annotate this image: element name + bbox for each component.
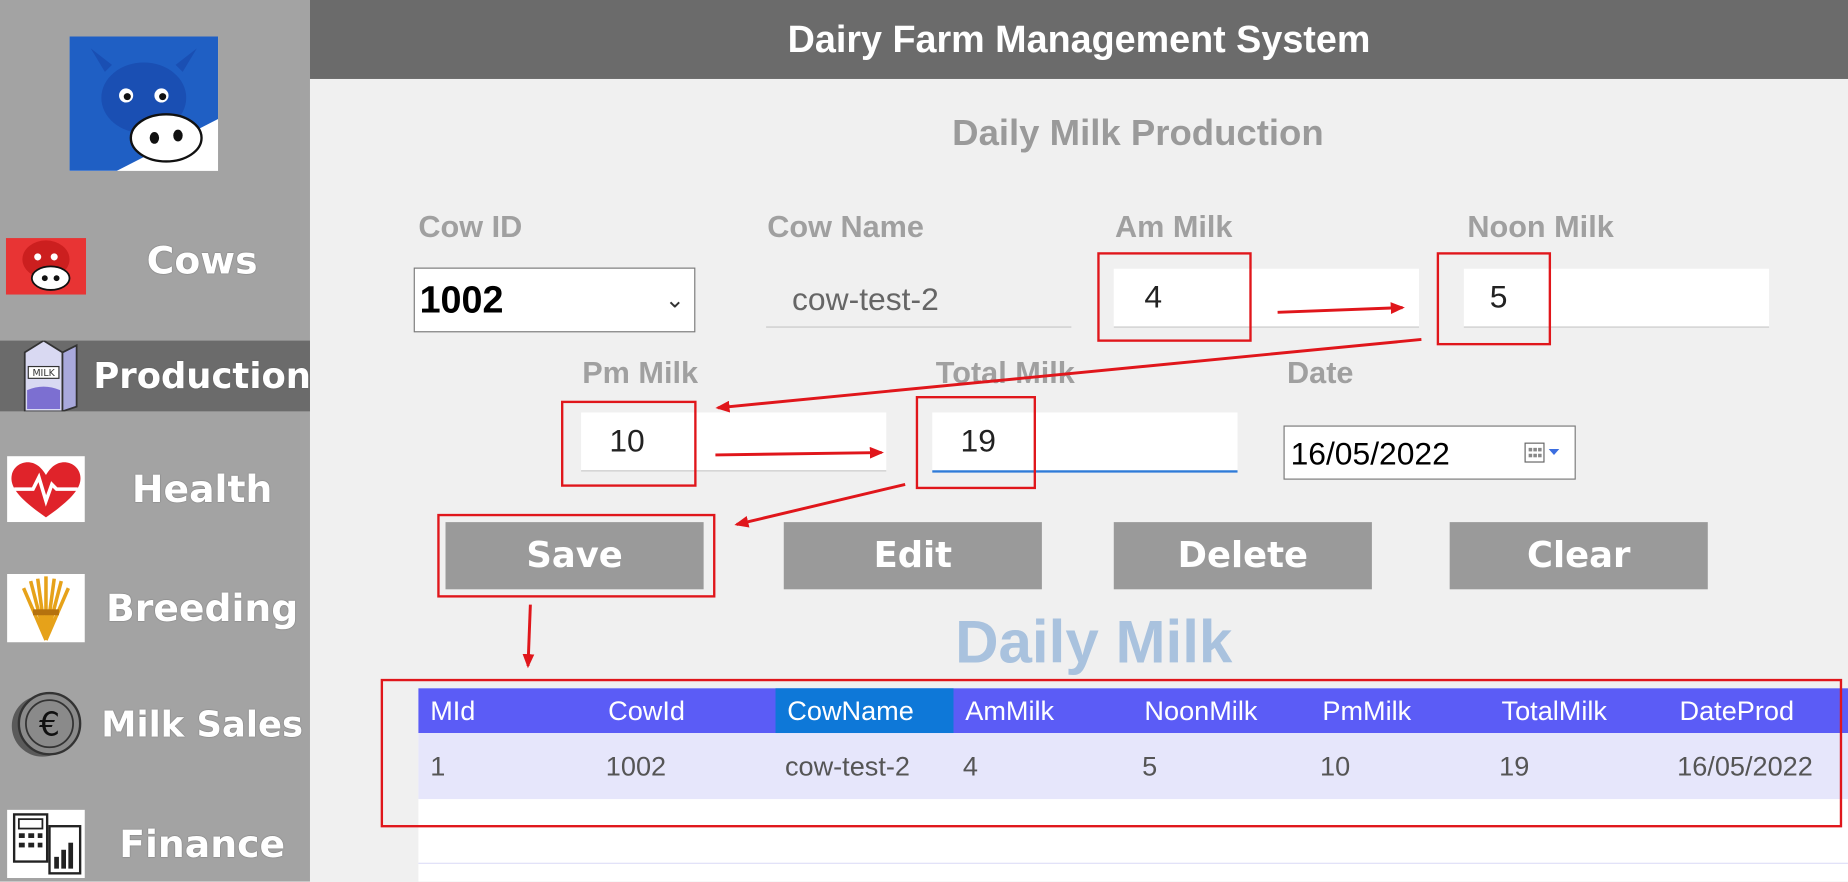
am-milk-field[interactable] xyxy=(1113,268,1420,328)
cow-icon xyxy=(5,225,87,296)
grid-header: MId CowId CowName AmMilk NoonMilk PmMilk… xyxy=(418,688,1848,734)
pm-milk-field[interactable] xyxy=(581,412,887,472)
calculator-chart-icon xyxy=(6,809,86,880)
column-header-noonmilk[interactable]: NoonMilk xyxy=(1133,688,1311,733)
table-cell: 10 xyxy=(1320,750,1351,781)
noon-milk-field[interactable] xyxy=(1463,268,1770,328)
heart-pulse-icon xyxy=(6,454,86,525)
sidebar-item-label: Production xyxy=(93,355,311,397)
table-cell: 4 xyxy=(962,750,978,781)
date-picker[interactable]: 16/05/2022 xyxy=(1283,425,1576,480)
cow-id-label: Cow ID xyxy=(418,208,523,244)
column-header-mid[interactable]: MId xyxy=(418,688,596,733)
table-cell: 1002 xyxy=(605,750,667,781)
column-header-cowid[interactable]: CowId xyxy=(596,688,775,733)
date-value: 16/05/2022 xyxy=(1290,436,1450,472)
sidebar: Cows MILK Production Health Breeding € M… xyxy=(0,0,311,882)
page-title: Daily Milk Production xyxy=(952,111,1324,154)
sidebar-item-cows[interactable]: Cows xyxy=(0,225,310,296)
sidebar-item-label: Cows xyxy=(146,238,258,283)
app-logo xyxy=(69,36,219,171)
milk-data-grid: MId CowId CowName AmMilk NoonMilk PmMilk… xyxy=(418,688,1848,882)
total-milk-label: Total Milk xyxy=(935,354,1075,391)
sidebar-item-label: Health xyxy=(131,466,273,512)
edit-button[interactable]: Edit xyxy=(783,522,1042,590)
cow-id-select[interactable]: 1002 ⌄ xyxy=(413,267,696,333)
table-cell: 1 xyxy=(430,750,446,781)
clear-button[interactable]: Clear xyxy=(1449,522,1708,590)
table-cell: 19 xyxy=(1499,750,1530,781)
hay-icon xyxy=(6,573,86,644)
sidebar-item-finance[interactable]: Finance xyxy=(0,809,310,880)
column-header-pmmilk[interactable]: PmMilk xyxy=(1311,688,1490,733)
grid-divider xyxy=(418,862,1848,864)
am-milk-label: Am Milk xyxy=(1114,208,1233,244)
column-header-ammilk[interactable]: AmMilk xyxy=(953,688,1132,733)
delete-button[interactable]: Delete xyxy=(1113,522,1372,590)
sidebar-item-breeding[interactable]: Breeding xyxy=(0,573,310,644)
sidebar-item-label: Breeding xyxy=(105,585,299,631)
column-header-cowname[interactable]: CowName xyxy=(775,688,954,734)
sidebar-item-label: Milk Sales xyxy=(101,704,303,746)
noon-milk-label: Noon Milk xyxy=(1467,208,1614,244)
svg-text:€: € xyxy=(39,704,60,743)
save-button[interactable]: Save xyxy=(445,522,704,590)
sidebar-item-health[interactable]: Health xyxy=(0,454,310,525)
column-header-totalmilk[interactable]: TotalMilk xyxy=(1490,688,1668,733)
cow-name-label: Cow Name xyxy=(767,208,924,244)
sidebar-item-production[interactable]: MILK Production xyxy=(0,340,311,412)
date-label: Date xyxy=(1287,354,1354,391)
table-cell: cow-test-2 xyxy=(784,750,910,781)
milk-carton-icon: MILK xyxy=(6,340,86,412)
app-window: Cows MILK Production Health Breeding € M… xyxy=(0,0,1848,882)
cow-name-field[interactable] xyxy=(766,273,1072,328)
svg-text:MILK: MILK xyxy=(32,368,55,379)
chevron-down-icon: ⌄ xyxy=(665,287,685,314)
table-cell: 16/05/2022 xyxy=(1677,750,1813,781)
calendar-icon[interactable] xyxy=(1524,442,1562,469)
cow-id-value: 1002 xyxy=(419,278,504,321)
sidebar-item-label: Finance xyxy=(119,821,286,867)
euro-coin-icon: € xyxy=(6,689,86,760)
sidebar-item-milk-sales[interactable]: € Milk Sales xyxy=(0,689,310,760)
pm-milk-label: Pm Milk xyxy=(582,354,699,391)
table-row[interactable]: 1 1002 cow-test-2 4 5 10 19 16/05/2022 xyxy=(418,733,1848,800)
total-milk-field[interactable] xyxy=(932,412,1238,473)
grid-title: Daily Milk xyxy=(955,608,1233,676)
table-cell: 5 xyxy=(1142,750,1158,781)
arrow-total-to-save xyxy=(734,482,906,528)
column-header-dateprod[interactable]: DateProd xyxy=(1668,688,1848,733)
app-title: Dairy Farm Management System xyxy=(309,0,1848,79)
